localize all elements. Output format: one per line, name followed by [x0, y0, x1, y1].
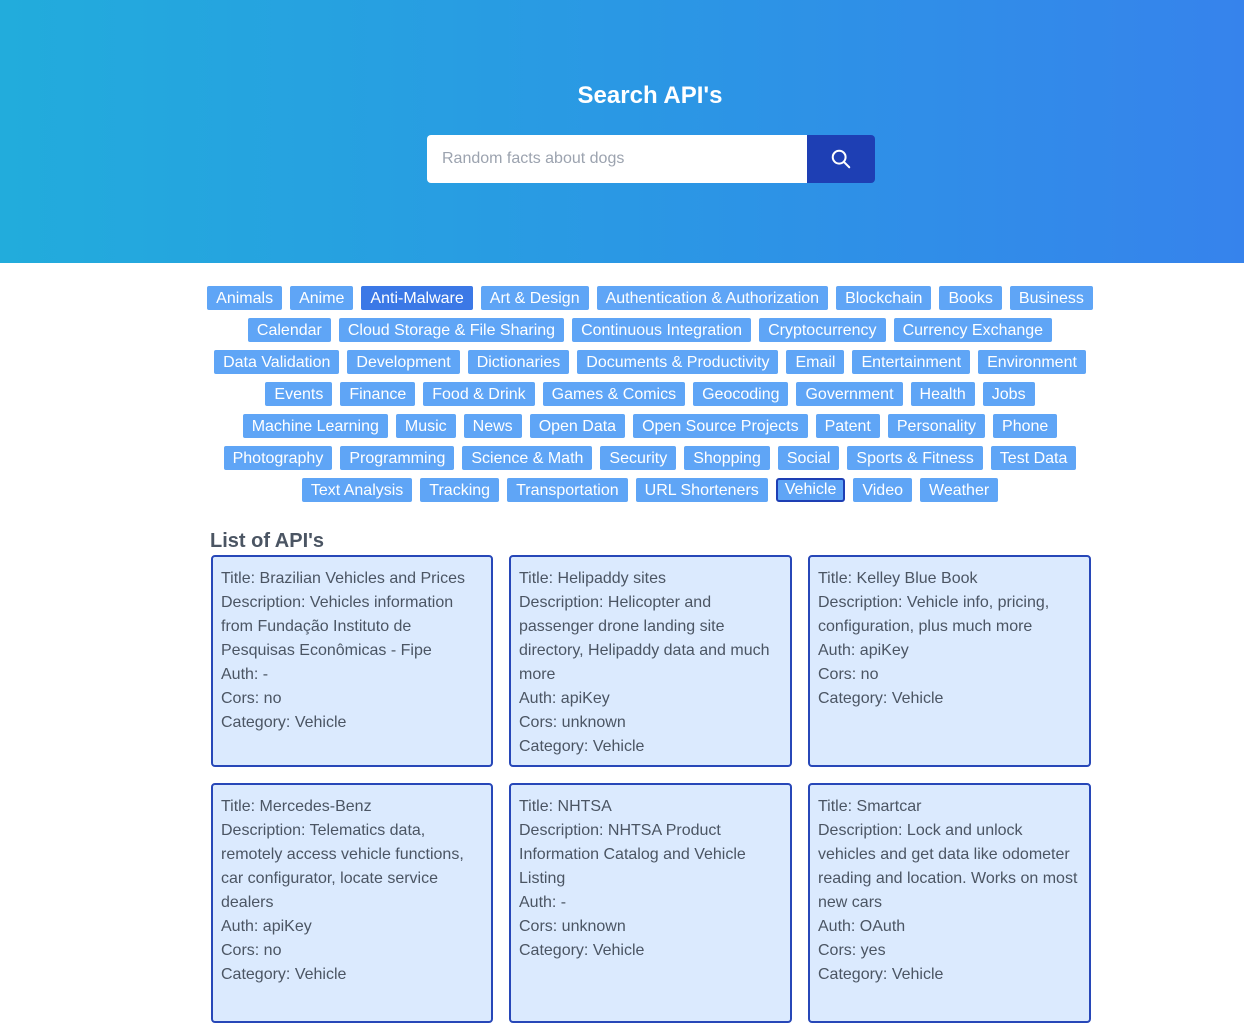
category-tag[interactable]: News — [463, 414, 522, 438]
api-card-title: Title: NHTSA — [519, 798, 612, 815]
category-tag[interactable]: Animals — [207, 286, 283, 310]
page-title: Search API's — [577, 82, 723, 109]
api-card-cors: Cors: no — [221, 942, 282, 959]
hero-banner: Search API's — [0, 0, 1244, 263]
api-card-description: Description: Lock and unlock vehicles an… — [818, 822, 1078, 911]
category-tag[interactable]: Environment — [978, 350, 1086, 374]
api-card-title: Title: Smartcar — [818, 798, 922, 815]
api-list-title: List of API's — [210, 530, 325, 552]
category-tag[interactable]: Data Validation — [214, 350, 340, 374]
category-tag[interactable]: Open Data — [529, 414, 626, 438]
category-tag[interactable]: Shopping — [684, 446, 770, 470]
api-card-auth: Auth: apiKey — [818, 642, 909, 659]
api-card-category: Category: Vehicle — [818, 966, 944, 983]
api-card-title: Title: Helipaddy sites — [519, 570, 667, 587]
api-card-title: Title: Brazilian Vehicles and Prices — [221, 570, 465, 587]
api-card-description: Description: Helicopter and passenger dr… — [519, 594, 770, 683]
category-tag[interactable]: Sports & Fitness — [847, 446, 983, 470]
category-tag[interactable]: Currency Exchange — [893, 318, 1053, 342]
category-tag[interactable]: Calendar — [247, 318, 331, 342]
category-tag[interactable]: Development — [347, 350, 460, 374]
api-card-category: Category: Vehicle — [221, 714, 347, 731]
api-card-auth: Auth: apiKey — [519, 690, 610, 707]
api-card-description: Description: Vehicle info, pricing, conf… — [818, 594, 1050, 635]
category-tag[interactable]: Geocoding — [693, 382, 789, 406]
category-filter-list: Animals Anime Anti-Malware Art & Design Auth… — [200, 286, 1100, 502]
category-tag[interactable]: Art & Design — [480, 286, 589, 310]
api-card-description: Description: Vehicles information from F… — [221, 594, 454, 659]
api-card: Title: Smartcar Description: Lock and unl… — [808, 783, 1091, 1023]
category-tag[interactable]: Blockchain — [836, 286, 932, 310]
category-tag[interactable]: Authentication & Authorization — [596, 286, 829, 310]
category-tag[interactable]: Business — [1009, 286, 1093, 310]
category-tag[interactable]: Programming — [340, 446, 455, 470]
category-tag[interactable]: Personality — [887, 414, 986, 438]
category-tag[interactable]: Books — [939, 286, 1002, 310]
api-card-cors: Cors: no — [221, 690, 282, 707]
api-card-description: Description: Telematics data, remotely a… — [221, 822, 464, 911]
category-tag[interactable]: Dictionaries — [467, 350, 570, 374]
category-tag[interactable]: Patent — [815, 414, 880, 438]
search-bar — [427, 135, 875, 183]
search-icon — [831, 149, 851, 169]
api-card-category: Category: Vehicle — [221, 966, 347, 983]
category-tag[interactable]: Email — [786, 350, 845, 374]
api-card-cors: Cors: yes — [818, 942, 886, 959]
api-card-category: Category: Vehicle — [519, 738, 645, 755]
category-tag[interactable]: Games & Comics — [542, 382, 686, 406]
category-tag[interactable]: Health — [910, 382, 975, 406]
api-card-cors: Cors: unknown — [519, 918, 626, 935]
category-tag[interactable]: Food & Drink — [423, 382, 535, 406]
category-tag[interactable]: Social — [777, 446, 840, 470]
category-tag[interactable]: Anime — [290, 286, 354, 310]
api-card: Title: Mercedes-Benz Description: Telemat… — [211, 783, 493, 1023]
category-tag[interactable]: Transportation — [507, 478, 628, 502]
api-card-cors: Cors: unknown — [519, 714, 626, 731]
category-tag[interactable]: Security — [600, 446, 677, 470]
category-tag[interactable]: Government — [796, 382, 903, 406]
api-card: Title: Brazilian Vehicles and Prices Desc… — [211, 555, 493, 767]
api-card-auth: Auth: - — [519, 894, 567, 911]
api-card: Title: Kelley Blue Book Description: Vehi… — [808, 555, 1091, 767]
category-tag[interactable]: Documents & Productivity — [577, 350, 779, 374]
api-card-description: Description: NHTSA Product Information C… — [519, 822, 746, 887]
category-tag[interactable]: Vehicle — [775, 478, 846, 502]
api-card-title: Title: Kelley Blue Book — [818, 570, 978, 587]
category-tag[interactable]: Music — [395, 414, 456, 438]
category-tag[interactable]: Events — [265, 382, 333, 406]
category-tag[interactable]: Science & Math — [462, 446, 593, 470]
category-tag[interactable]: Finance — [340, 382, 416, 406]
api-card-auth: Auth: apiKey — [221, 918, 312, 935]
category-tag[interactable]: Cloud Storage & File Sharing — [338, 318, 565, 342]
api-card-category: Category: Vehicle — [818, 690, 944, 707]
category-tag[interactable]: Text Analysis — [301, 478, 413, 502]
category-tag[interactable]: Anti-Malware — [361, 286, 473, 310]
category-tag[interactable]: Video — [853, 478, 912, 502]
category-tag[interactable]: Cryptocurrency — [759, 318, 886, 342]
api-card: Title: Helipaddy sites Description: Helic… — [509, 555, 792, 767]
search-input[interactable] — [427, 135, 807, 183]
category-tag[interactable]: Machine Learning — [242, 414, 388, 438]
api-card-category: Category: Vehicle — [519, 942, 645, 959]
api-card-auth: Auth: OAuth — [818, 918, 906, 935]
category-tag[interactable]: Open Source Projects — [633, 414, 808, 438]
search-button[interactable] — [807, 135, 875, 183]
category-tag[interactable]: Jobs — [982, 382, 1035, 406]
api-card-cors: Cors: no — [818, 666, 879, 683]
category-tag[interactable]: Continuous Integration — [572, 318, 752, 342]
api-card-title: Title: Mercedes-Benz — [221, 798, 372, 815]
category-tag[interactable]: URL Shorteners — [635, 478, 768, 502]
category-tag[interactable]: Weather — [920, 478, 999, 502]
api-card-auth: Auth: - — [221, 666, 269, 683]
category-tag[interactable]: Phone — [993, 414, 1058, 438]
category-tag[interactable]: Test Data — [990, 446, 1077, 470]
category-tag[interactable]: Tracking — [420, 478, 500, 502]
category-tag[interactable]: Photography — [223, 446, 333, 470]
api-card: Title: NHTSA Description: NHTSA Product I… — [509, 783, 792, 1023]
api-card-grid: Title: Brazilian Vehicles and Prices Desc… — [211, 555, 1091, 1023]
category-tag[interactable]: Entertainment — [852, 350, 971, 374]
